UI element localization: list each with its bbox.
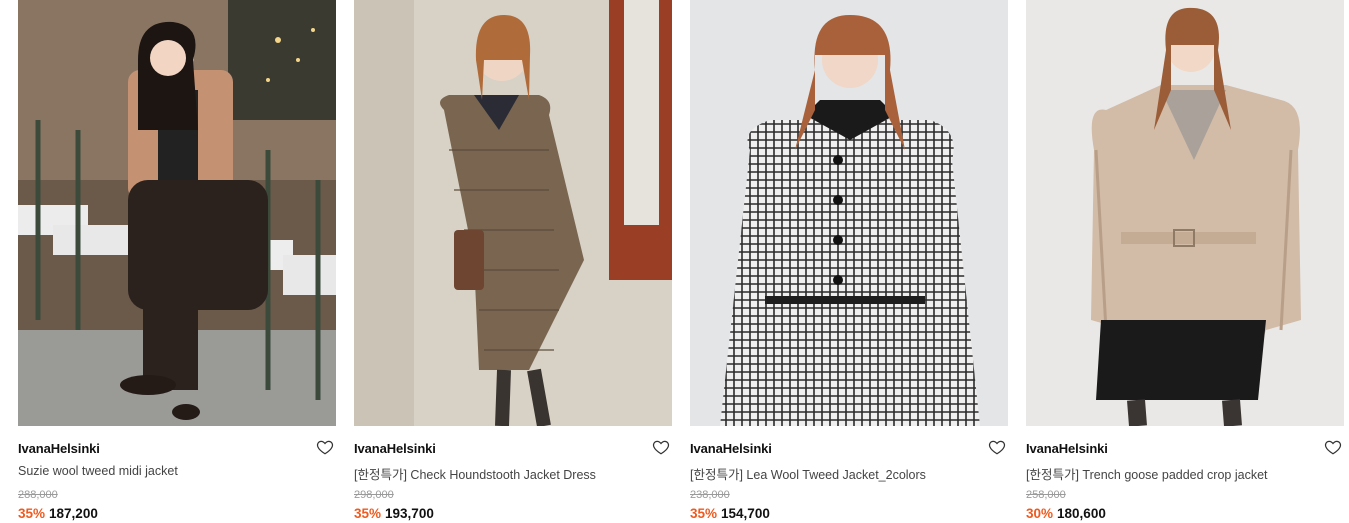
product-card[interactable]: IvanaHelsinki [한정특가] Lea Wool Tweed Jack…	[690, 0, 1008, 523]
product-card[interactable]: IvanaHelsinki [한정특가] Trench goose padded…	[1026, 0, 1344, 523]
discount-rate: 30%	[1026, 506, 1054, 521]
heart-outline-icon[interactable]	[1324, 438, 1342, 456]
product-card[interactable]: IvanaHelsinki [한정특가] Check Houndstooth J…	[354, 0, 672, 523]
heart-outline-icon[interactable]	[652, 438, 670, 456]
price-row: 35% 193,700	[354, 506, 434, 521]
product-name[interactable]: [한정특가] Check Houndstooth Jacket Dress	[354, 464, 596, 483]
product-photo-tweed-jacket-set	[690, 0, 1008, 426]
sale-price: 180,600	[1057, 506, 1106, 521]
price-row: 35% 154,700	[690, 506, 770, 521]
product-name[interactable]: Suzie wool tweed midi jacket	[18, 464, 178, 478]
product-card[interactable]: IvanaHelsinki Suzie wool tweed midi jack…	[18, 0, 336, 523]
price-row: 30% 180,600	[1026, 506, 1106, 521]
original-price: 298,000	[354, 489, 394, 501]
brand-name[interactable]: IvanaHelsinki	[18, 441, 100, 456]
product-image[interactable]	[690, 0, 1008, 426]
discount-rate: 35%	[354, 506, 382, 521]
product-image[interactable]	[1026, 0, 1344, 426]
brand-name[interactable]: IvanaHelsinki	[354, 441, 436, 456]
product-image[interactable]	[18, 0, 336, 426]
original-price: 288,000	[18, 489, 58, 501]
heart-outline-icon[interactable]	[316, 438, 334, 456]
product-grid: IvanaHelsinki Suzie wool tweed midi jack…	[0, 0, 1349, 523]
discount-rate: 35%	[18, 506, 46, 521]
brand-name[interactable]: IvanaHelsinki	[1026, 441, 1108, 456]
product-image[interactable]	[354, 0, 672, 426]
sale-price: 187,200	[49, 506, 98, 521]
sale-price: 193,700	[385, 506, 434, 521]
product-name[interactable]: [한정특가] Trench goose padded crop jacket	[1026, 464, 1268, 483]
heart-outline-icon[interactable]	[988, 438, 1006, 456]
original-price: 258,000	[1026, 489, 1066, 501]
product-photo-houndstooth-dress	[354, 0, 672, 426]
price-row: 35% 187,200	[18, 506, 98, 521]
product-photo-cafe-tweed-jacket	[18, 0, 336, 426]
discount-rate: 35%	[690, 506, 718, 521]
original-price: 238,000	[690, 489, 730, 501]
brand-name[interactable]: IvanaHelsinki	[690, 441, 772, 456]
product-name[interactable]: [한정특가] Lea Wool Tweed Jacket_2colors	[690, 464, 926, 483]
product-photo-padded-crop-jacket	[1026, 0, 1344, 426]
sale-price: 154,700	[721, 506, 770, 521]
